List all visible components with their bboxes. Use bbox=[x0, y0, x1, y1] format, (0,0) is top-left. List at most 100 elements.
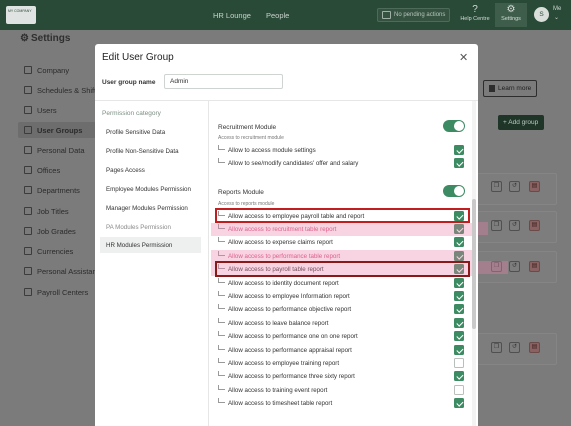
category-profile-sensitive[interactable]: Profile Sensitive Data bbox=[100, 124, 201, 140]
tree-connector bbox=[218, 398, 225, 403]
company-logo[interactable]: MY COMPANY bbox=[6, 6, 36, 24]
add-group-button[interactable]: + Add group bbox=[498, 115, 544, 130]
permission-checkbox[interactable] bbox=[454, 145, 464, 155]
tree-connector bbox=[218, 291, 225, 296]
sidebar-item-departments[interactable]: Departments bbox=[18, 182, 96, 198]
permission-row: Allow access to performance one on one r… bbox=[218, 330, 466, 343]
permission-checkbox[interactable] bbox=[454, 345, 464, 355]
chevron-down-icon[interactable]: ⌄ bbox=[554, 14, 559, 21]
category-pa-modules[interactable]: PA Modules Permission bbox=[100, 219, 201, 235]
permission-checkbox[interactable] bbox=[454, 331, 464, 341]
sidebar-item-user-groups[interactable]: User Groups bbox=[18, 122, 96, 138]
category-pages-access[interactable]: Pages Access bbox=[100, 162, 201, 178]
permission-row: Allow access to employee training report bbox=[218, 357, 466, 370]
permission-checkbox[interactable] bbox=[454, 291, 464, 301]
book-icon bbox=[489, 85, 495, 92]
top-bar: MY COMPANY HR Lounge People No pending a… bbox=[0, 0, 571, 30]
sidebar-item-job-titles[interactable]: Job Titles bbox=[18, 203, 96, 219]
sidebar-item-currencies[interactable]: Currencies bbox=[18, 243, 96, 259]
sidebar-item-schedules[interactable]: Schedules & Shifts bbox=[18, 82, 100, 98]
copy-icon[interactable]: ❐ bbox=[491, 181, 502, 192]
permission-checkbox[interactable] bbox=[454, 358, 464, 368]
sidebar-item-payroll-centers[interactable]: Payroll Centers bbox=[18, 284, 96, 300]
recruitment-module-toggle[interactable] bbox=[443, 120, 465, 132]
settings-button[interactable]: ⚙ Settings bbox=[495, 3, 527, 27]
permission-category-title: Permission category bbox=[102, 110, 161, 117]
permission-row: Allow to access module settings bbox=[218, 144, 466, 157]
users-icon bbox=[24, 126, 32, 134]
tree-connector bbox=[218, 237, 225, 242]
id-card-icon bbox=[24, 146, 32, 154]
tree-connector bbox=[218, 318, 225, 323]
gear-icon: ⚙ bbox=[506, 4, 516, 15]
reports-module-subtitle: Access to reports module bbox=[218, 201, 275, 207]
help-centre-button[interactable]: ? Help Centre bbox=[459, 3, 491, 27]
permission-row: Allow to see/modify candidates' offer an… bbox=[218, 157, 466, 170]
pending-actions-button[interactable]: No pending actions bbox=[377, 8, 450, 22]
sidebar-item-company[interactable]: Company bbox=[18, 62, 96, 78]
delete-icon[interactable]: ▤ bbox=[529, 220, 540, 231]
tree-connector bbox=[218, 385, 225, 390]
edit-user-group-modal: Edit User Group ✕ User group name Permis… bbox=[95, 44, 478, 426]
avatar[interactable]: S bbox=[534, 7, 549, 22]
permission-row: Allow access to performance three sixty … bbox=[218, 370, 466, 383]
nav-people[interactable]: People bbox=[266, 11, 289, 20]
sidebar-item-job-grades[interactable]: Job Grades bbox=[18, 223, 96, 239]
reports-module-toggle[interactable] bbox=[443, 185, 465, 197]
office-icon bbox=[24, 166, 32, 174]
permission-row: Allow access to training event report bbox=[218, 384, 466, 397]
sidebar-item-personal-assistant[interactable]: Personal Assistant bbox=[18, 263, 99, 279]
category-manager-modules[interactable]: Manager Modules Permission bbox=[100, 200, 201, 216]
page-title: ⚙ Settings bbox=[20, 33, 71, 44]
permission-row: Allow access to performance objective re… bbox=[218, 303, 466, 316]
learn-more-button[interactable]: Learn more bbox=[483, 80, 537, 97]
permission-checkbox[interactable] bbox=[454, 398, 464, 408]
tree-connector bbox=[218, 158, 225, 163]
permission-checkbox[interactable] bbox=[454, 304, 464, 314]
recruitment-module-subtitle: Access to recruitment module bbox=[218, 135, 284, 141]
calendar-icon bbox=[24, 86, 32, 94]
permission-checkbox[interactable] bbox=[454, 158, 464, 168]
department-icon bbox=[24, 186, 32, 194]
category-hr-modules[interactable]: HR Modules Permission bbox=[100, 237, 201, 253]
user-group-name-input[interactable] bbox=[164, 74, 283, 89]
tree-connector bbox=[218, 278, 225, 283]
copy-icon[interactable]: ❐ bbox=[491, 220, 502, 231]
building-icon bbox=[24, 66, 32, 74]
currency-icon bbox=[24, 247, 32, 255]
history-icon[interactable]: ↺ bbox=[509, 181, 520, 192]
permission-row: Allow access to employee Information rep… bbox=[218, 290, 466, 303]
permission-row: Allow access to performance appraisal re… bbox=[218, 344, 466, 357]
copy-icon[interactable]: ❐ bbox=[491, 342, 502, 353]
delete-icon[interactable]: ▤ bbox=[529, 261, 540, 272]
help-icon: ? bbox=[472, 4, 478, 15]
history-icon[interactable]: ↺ bbox=[509, 220, 520, 231]
delete-icon[interactable]: ▤ bbox=[529, 181, 540, 192]
scrollbar-thumb[interactable] bbox=[472, 199, 476, 329]
annotation-box bbox=[215, 261, 470, 277]
sidebar-item-personal-data[interactable]: Personal Data bbox=[18, 142, 96, 158]
history-icon[interactable]: ↺ bbox=[509, 342, 520, 353]
category-employee-modules[interactable]: Employee Modules Permission bbox=[100, 181, 201, 197]
permission-row: Allow access to timesheet table report bbox=[218, 397, 466, 410]
toggle-knob bbox=[454, 121, 464, 131]
recruitment-module-title: Recruitment Module bbox=[218, 124, 277, 131]
tree-connector bbox=[218, 304, 225, 309]
permission-checkbox[interactable] bbox=[454, 371, 464, 381]
nav-hr-lounge[interactable]: HR Lounge bbox=[213, 11, 251, 20]
permission-checkbox[interactable] bbox=[454, 318, 464, 328]
permission-checkbox[interactable] bbox=[454, 278, 464, 288]
category-profile-non-sensitive[interactable]: Profile Non-Sensitive Data bbox=[100, 143, 201, 159]
divider bbox=[95, 100, 478, 101]
me-label[interactable]: Me bbox=[553, 6, 561, 12]
permission-row: Allow access to expense claims report bbox=[218, 236, 466, 249]
history-icon[interactable]: ↺ bbox=[509, 261, 520, 272]
sidebar-item-users[interactable]: Users bbox=[18, 102, 96, 118]
tree-connector bbox=[218, 345, 225, 350]
close-icon[interactable]: ✕ bbox=[459, 51, 468, 64]
sidebar-item-offices[interactable]: Offices bbox=[18, 162, 96, 178]
delete-icon[interactable]: ▤ bbox=[529, 342, 540, 353]
permission-checkbox[interactable] bbox=[454, 385, 464, 395]
permission-checkbox[interactable] bbox=[454, 237, 464, 247]
highlight-band bbox=[478, 222, 488, 235]
